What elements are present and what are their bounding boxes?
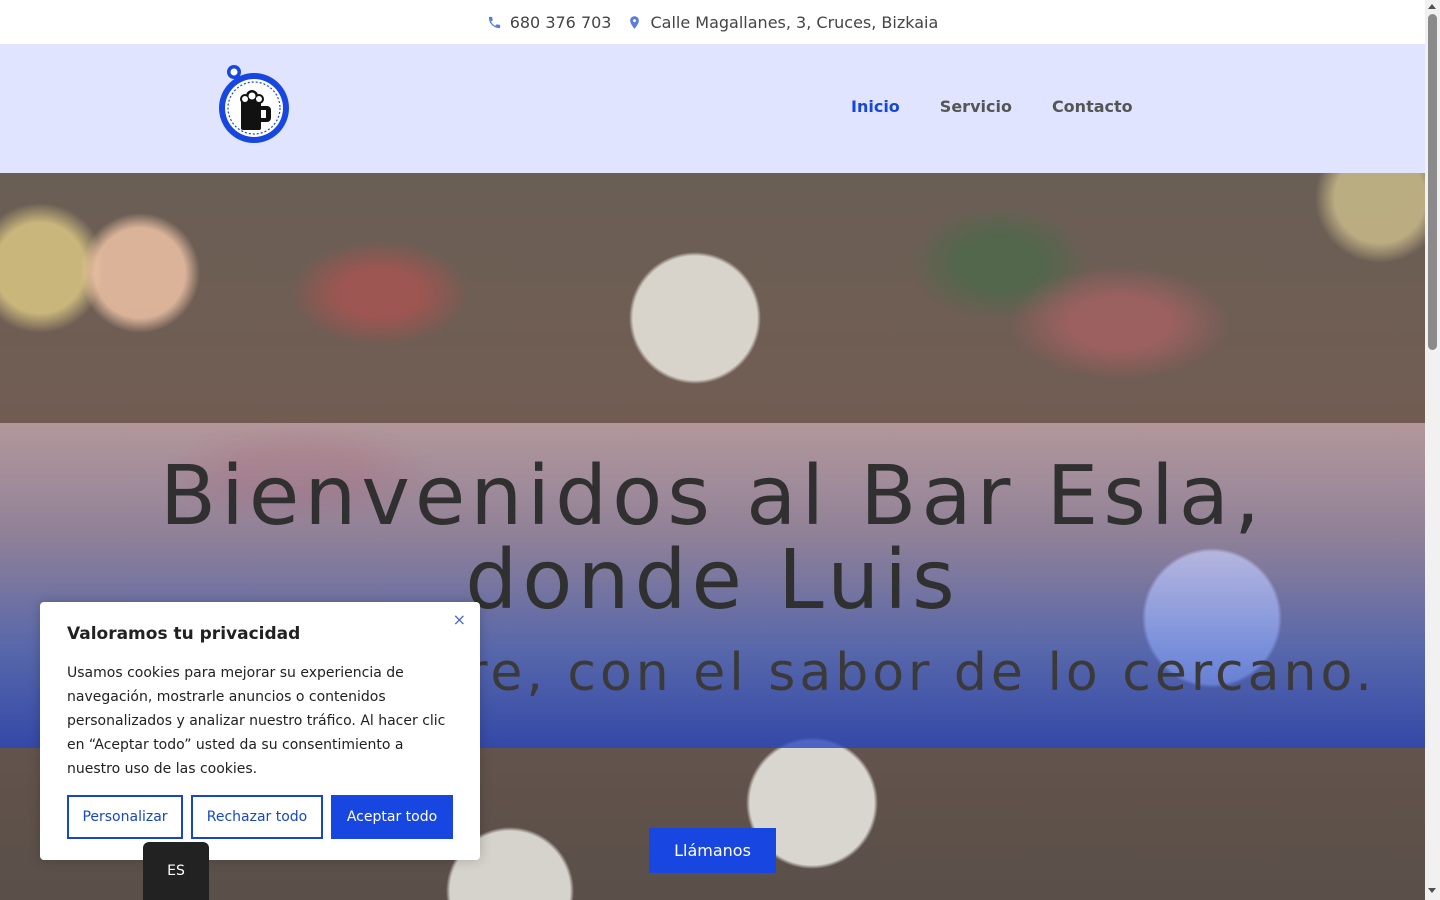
scroll-up-icon[interactable]	[1428, 4, 1436, 9]
reject-all-button[interactable]: Rechazar todo	[191, 795, 323, 839]
language-switcher[interactable]: ES	[143, 842, 209, 900]
address-text: Calle Magallanes, 3, Cruces, Bizkaia	[650, 12, 939, 32]
nav-inicio[interactable]: Inicio	[851, 97, 900, 116]
phone-icon	[488, 16, 500, 28]
nav-servicio[interactable]: Servicio	[940, 97, 1012, 116]
map-pin-icon	[630, 15, 640, 29]
top-info-bar: 680 376 703 Calle Magallanes, 3, Cruces,…	[0, 0, 1425, 44]
close-icon[interactable]: ×	[453, 610, 466, 629]
nav-contacto[interactable]: Contacto	[1052, 97, 1133, 116]
scroll-down-icon[interactable]	[1428, 888, 1436, 893]
cookie-body: Usamos cookies para mejorar su experienc…	[67, 665, 446, 777]
customize-button[interactable]: Personalizar	[67, 795, 183, 839]
logo[interactable]	[214, 62, 294, 146]
address-info: Calle Magallanes, 3, Cruces, Bizkaia	[627, 13, 938, 32]
accept-all-button[interactable]: Aceptar todo	[331, 795, 453, 839]
phone-number[interactable]: 680 376 703	[510, 13, 612, 32]
scrollbar-thumb[interactable]	[1428, 14, 1437, 350]
beer-logo-icon	[219, 65, 289, 143]
hero-title: Bienvenidos al Bar Esla, donde Luis	[159, 449, 1266, 628]
main-nav: Inicio Servicio Contacto	[851, 97, 1133, 116]
call-button[interactable]: Llámanos	[649, 828, 776, 873]
cookie-consent-dialog: × Valoramos tu privacidad Usamos cookies…	[40, 602, 480, 860]
page-scrollbar[interactable]	[1425, 0, 1440, 900]
cookie-buttons: Personalizar Rechazar todo Aceptar todo	[67, 795, 453, 839]
phone-info[interactable]: 680 376 703	[487, 13, 612, 32]
cookie-title: Valoramos tu privacidad	[67, 624, 301, 644]
site-header: Inicio Servicio Contacto	[0, 44, 1425, 173]
